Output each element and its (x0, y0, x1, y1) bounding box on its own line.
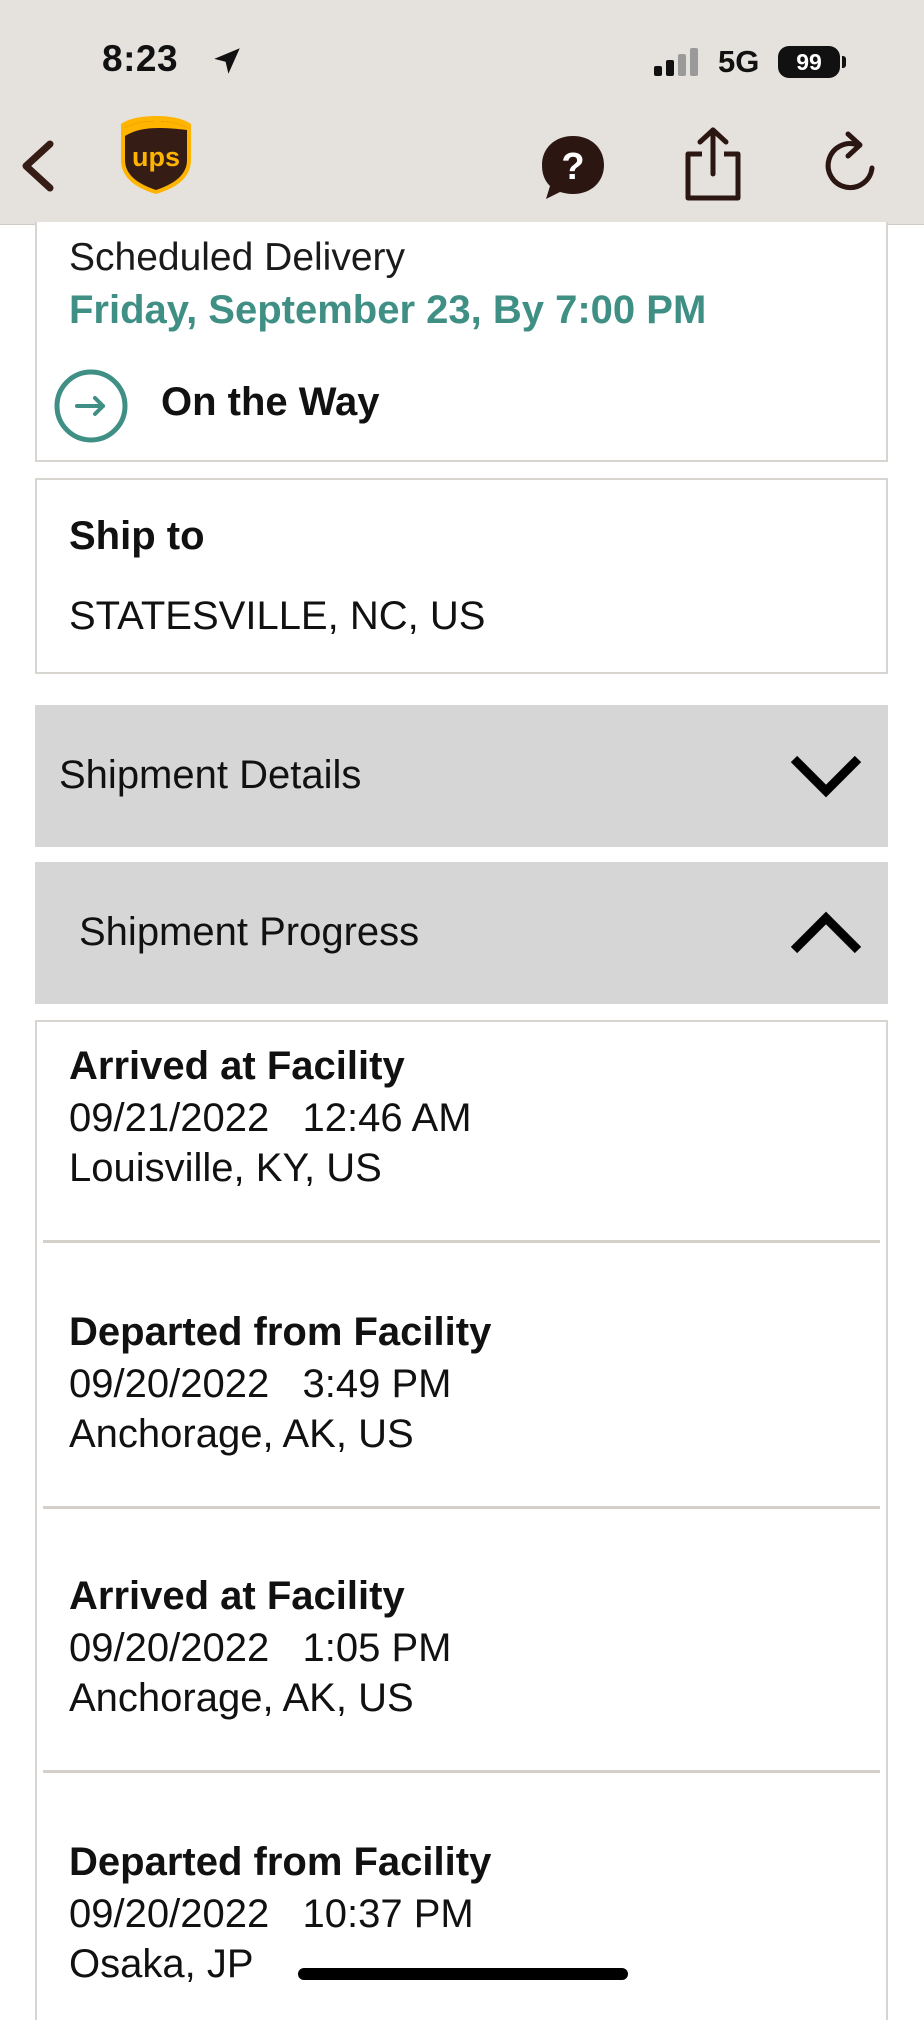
shipment-details-toggle[interactable]: Shipment Details (35, 705, 888, 847)
delivery-status: On the Way (161, 380, 380, 424)
event-location: Anchorage, AK, US (69, 1412, 414, 1456)
svg-text:?: ? (561, 146, 584, 188)
event-datetime: 09/21/2022 12:46 AM (69, 1096, 472, 1140)
ship-to-card: Ship to STATESVILLE, NC, US (35, 478, 888, 674)
help-chat-icon[interactable]: ? (538, 132, 608, 202)
divider (43, 1506, 880, 1509)
shipment-progress-toggle[interactable]: Shipment Progress (35, 862, 888, 1004)
divider (43, 1240, 880, 1243)
share-icon[interactable] (680, 124, 746, 204)
app-header: 8:23 5G 99 ups ? (0, 0, 924, 225)
battery-level: 99 (778, 46, 840, 78)
event-datetime: 09/20/2022 10:37 PM (69, 1892, 474, 1936)
scheduled-delivery-date: Friday, September 23, By 7:00 PM (69, 288, 707, 332)
network-type: 5G (718, 44, 760, 79)
shipment-progress-list: Arrived at Facility 09/21/2022 12:46 AM … (35, 1020, 888, 2020)
scheduled-delivery-label: Scheduled Delivery (69, 236, 406, 279)
location-arrow-icon (214, 48, 240, 74)
event-location: Louisville, KY, US (69, 1146, 382, 1190)
battery-tip (842, 56, 846, 68)
chevron-down-icon (790, 755, 862, 798)
divider (43, 1770, 880, 1773)
ship-to-value: STATESVILLE, NC, US (69, 594, 486, 638)
event-location: Anchorage, AK, US (69, 1676, 414, 1720)
ship-to-label: Ship to (69, 514, 205, 558)
refresh-icon[interactable] (818, 128, 886, 202)
event-title: Arrived at Facility (69, 1574, 405, 1618)
event-title: Departed from Facility (69, 1310, 492, 1354)
event-datetime: 09/20/2022 1:05 PM (69, 1626, 452, 1670)
home-indicator[interactable] (298, 1968, 628, 1980)
event-title: Arrived at Facility (69, 1044, 405, 1088)
ups-logo: ups (121, 116, 191, 194)
event-datetime: 09/20/2022 3:49 PM (69, 1362, 452, 1406)
cellular-signal-icon (654, 48, 698, 76)
shipment-progress-label: Shipment Progress (79, 910, 420, 954)
arrow-right-circle-icon (54, 369, 128, 443)
status-time: 8:23 (102, 38, 179, 79)
ups-logo-text: ups (132, 142, 180, 172)
shipment-details-label: Shipment Details (59, 753, 362, 797)
event-title: Departed from Facility (69, 1840, 492, 1884)
event-location: Osaka, JP (69, 1942, 254, 1986)
back-chevron-icon[interactable] (14, 136, 64, 196)
scheduled-delivery-card: Scheduled Delivery Friday, September 23,… (35, 222, 888, 462)
chevron-up-icon (790, 911, 862, 954)
